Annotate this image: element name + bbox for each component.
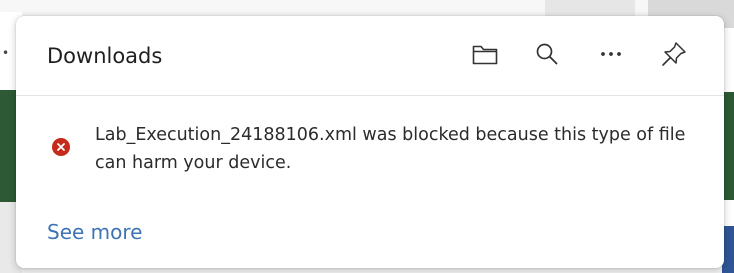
search-downloads-button[interactable]: [529, 36, 565, 72]
blocked-download-message: Lab_Execution_24188106.xml was blocked b…: [95, 125, 686, 173]
downloads-title: Downloads: [47, 44, 163, 68]
folder-icon: [472, 45, 498, 65]
more-options-icon: [601, 52, 621, 56]
downloads-header: Downloads: [16, 16, 724, 96]
pin-icon: [662, 42, 686, 66]
error-icon: [52, 138, 70, 156]
downloads-flyout: Downloads Lab_Execution_24188106.xml was…: [16, 16, 724, 268]
background-partial-glyph: •: [2, 46, 10, 60]
see-more-link[interactable]: See more: [47, 219, 142, 245]
search-icon: [536, 43, 558, 65]
download-item[interactable]: Lab_Execution_24188106.xml was blocked b…: [16, 96, 724, 186]
pin-downloads-button[interactable]: [656, 36, 692, 72]
open-downloads-folder-button[interactable]: [467, 36, 503, 72]
more-options-button[interactable]: [593, 36, 629, 72]
